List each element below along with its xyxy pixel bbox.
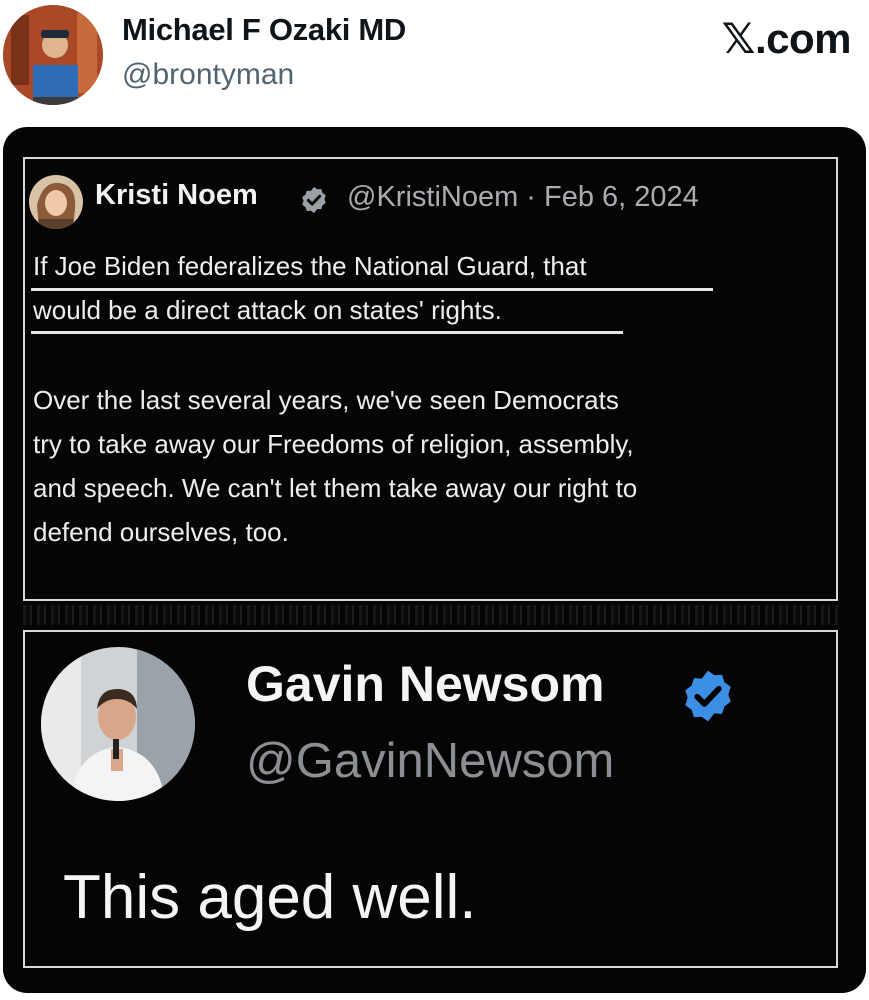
gavin-handle: @GavinNewsom bbox=[246, 734, 615, 788]
author-avatar[interactable] bbox=[3, 5, 103, 105]
verified-badge-icon bbox=[685, 670, 731, 722]
meme-image[interactable]: Kristi Noem @KristiNoem · Feb 6, 2024 If… bbox=[3, 127, 866, 993]
verified-badge-icon bbox=[302, 186, 326, 214]
site-label: 𝕏.com bbox=[721, 14, 852, 63]
author-name[interactable]: Michael F Ozaki MD bbox=[122, 12, 406, 48]
gavin-avatar bbox=[41, 647, 195, 801]
gavin-tweet-text: This aged well. bbox=[63, 863, 477, 932]
underline-mark bbox=[31, 331, 623, 334]
gavin-name: Gavin Newsom bbox=[246, 656, 605, 712]
divider-strip bbox=[23, 605, 838, 625]
post-header: Michael F Ozaki MD @brontyman 𝕏.com bbox=[0, 0, 869, 120]
kristi-avatar bbox=[29, 175, 83, 229]
tweet-line: try to take away our Freedoms of religio… bbox=[33, 429, 634, 459]
site-label-text: .com bbox=[754, 15, 852, 62]
underline-mark bbox=[31, 288, 713, 291]
kristi-name: Kristi Noem bbox=[95, 179, 258, 211]
tweet-line: If Joe Biden federalizes the National Gu… bbox=[33, 251, 587, 281]
tweet-line: defend ourselves, too. bbox=[33, 517, 289, 547]
author-handle[interactable]: @brontyman bbox=[122, 58, 294, 92]
tweet-line: would be a direct attack on states' righ… bbox=[33, 295, 502, 325]
x-logo-icon: 𝕏 bbox=[721, 14, 756, 63]
tweet-line: Over the last several years, we've seen … bbox=[33, 385, 619, 415]
tweet-line: and speech. We can't let them take away … bbox=[33, 473, 638, 503]
kristi-handle-date: @KristiNoem · Feb 6, 2024 bbox=[347, 181, 699, 213]
